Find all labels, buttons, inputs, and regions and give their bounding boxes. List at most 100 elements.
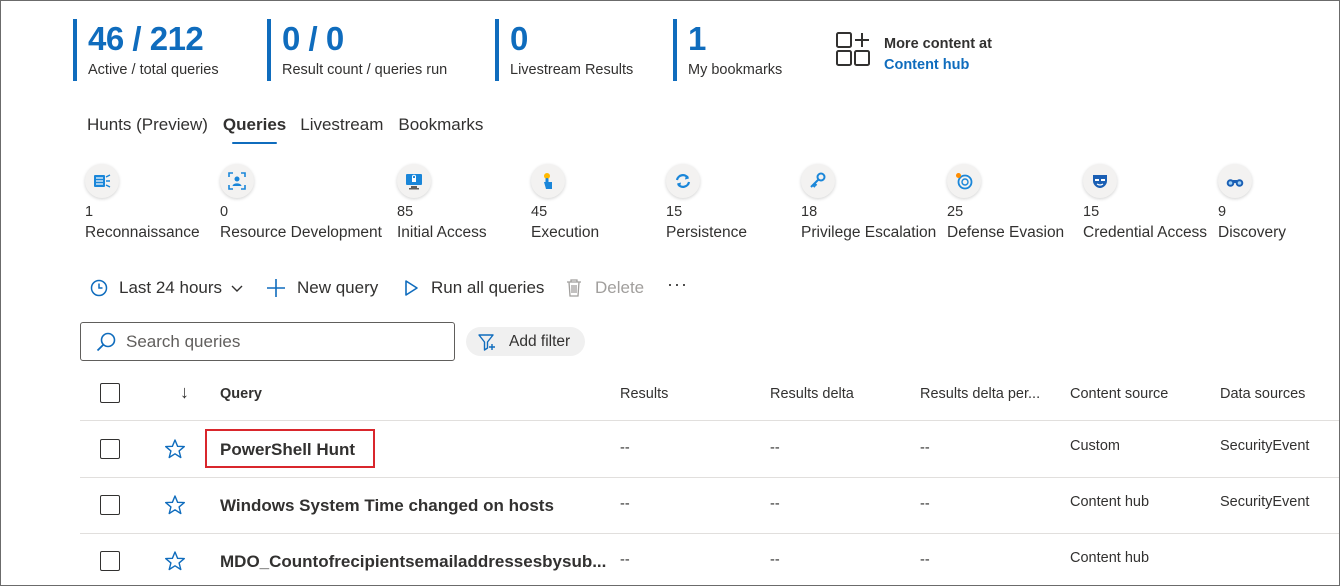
tab-bar: Hunts (Preview) Queries Livestream Bookm… [87, 114, 498, 144]
star-icon[interactable] [164, 438, 186, 460]
results-delta-cell: -- [770, 440, 780, 456]
chevron-down-icon [231, 285, 243, 292]
tactic-count: 15 [666, 204, 683, 220]
row-checkbox[interactable] [100, 495, 120, 515]
sort-arrow-icon[interactable]: ↓ [180, 383, 189, 401]
stat-value: 1 [688, 20, 706, 57]
execution-icon [531, 164, 565, 198]
tactic-name: Resource Development [220, 224, 382, 241]
content-hub-link[interactable]: Content hub [884, 55, 992, 76]
tactic-count: 25 [947, 204, 964, 220]
tactic-discovery[interactable]: 9 Discovery [1218, 164, 1286, 243]
discovery-icon [1218, 164, 1252, 198]
tactic-name: Persistence [666, 224, 747, 241]
tactic-persistence[interactable]: 15 Persistence [666, 164, 747, 243]
search-input[interactable] [126, 331, 426, 352]
results-delta-percent-cell: -- [920, 552, 930, 568]
run-all-label: Run all queries [431, 278, 545, 297]
stat-value: 46 / 212 [88, 20, 204, 57]
tactic-execution[interactable]: 45 Execution [531, 164, 599, 243]
tactic-privilege-escalation[interactable]: 18 Privilege Escalation [801, 164, 936, 243]
delete-button[interactable]: Delete [565, 275, 644, 301]
trash-icon [567, 279, 581, 297]
select-all-checkbox[interactable] [100, 383, 120, 403]
query-name[interactable]: Windows System Time changed on hosts [220, 495, 554, 517]
results-cell: -- [620, 552, 630, 568]
delete-label: Delete [595, 278, 645, 297]
tactic-count: 0 [220, 204, 229, 220]
tactic-name: Discovery [1218, 224, 1287, 241]
tactic-name: Reconnaissance [85, 224, 200, 241]
tactic-name: Execution [531, 224, 600, 241]
star-icon[interactable] [164, 494, 186, 516]
clock-icon [90, 279, 108, 297]
stat-value: 0 / 0 [282, 20, 344, 57]
column-results-delta[interactable]: Results delta [770, 385, 854, 403]
results-cell: -- [620, 440, 630, 456]
column-query[interactable]: Query [220, 385, 262, 403]
credential-access-icon [1083, 164, 1117, 198]
tactic-count: 9 [1218, 204, 1227, 220]
resource-development-icon [220, 164, 254, 198]
column-data-sources[interactable]: Data sources [1220, 385, 1305, 403]
tactic-count: 85 [397, 204, 414, 220]
tactic-name: Credential Access [1083, 224, 1208, 241]
query-name[interactable]: MDO_Countofrecipientsemailaddressesbysub… [220, 551, 606, 573]
tactic-count: 1 [85, 204, 94, 220]
data-sources-cell: SecurityEvent [1220, 438, 1310, 454]
defense-evasion-icon [947, 164, 981, 198]
add-filter-button[interactable]: Add filter [466, 327, 585, 356]
highlight-box [205, 429, 375, 468]
initial-access-icon [397, 164, 431, 198]
stat-label: Livestream Results [510, 62, 634, 78]
results-delta-cell: -- [770, 552, 780, 568]
time-range-dropdown[interactable]: Last 24 hours [89, 275, 244, 301]
new-query-button[interactable]: New query [265, 275, 378, 301]
column-content-source[interactable]: Content source [1070, 385, 1168, 403]
content-source-cell: Content hub [1070, 550, 1150, 566]
tab-hunts[interactable]: Hunts (Preview) [87, 114, 208, 136]
new-query-label: New query [297, 278, 379, 297]
tactic-reconnaissance[interactable]: 1 Reconnaissance [85, 164, 200, 243]
tactic-count: 45 [531, 204, 548, 220]
stat-livestream-results: 0 Livestream Results [495, 19, 633, 81]
tactic-initial-access[interactable]: 85 Initial Access [397, 164, 487, 243]
play-icon [405, 280, 418, 296]
tactic-credential-access[interactable]: 15 Credential Access [1083, 164, 1207, 243]
content-source-cell: Custom [1070, 438, 1120, 454]
persistence-icon [666, 164, 700, 198]
row-checkbox[interactable] [100, 551, 120, 571]
star-icon[interactable] [164, 550, 186, 572]
tab-bookmarks[interactable]: Bookmarks [398, 114, 483, 136]
row-checkbox[interactable] [100, 439, 120, 459]
tab-livestream[interactable]: Livestream [300, 114, 383, 136]
stat-active-queries: 46 / 212 Active / total queries [73, 19, 219, 81]
tactic-count: 15 [1083, 204, 1100, 220]
tactic-name: Initial Access [397, 224, 487, 241]
tab-queries[interactable]: Queries [223, 114, 286, 144]
stat-my-bookmarks: 1 My bookmarks [673, 19, 782, 81]
run-all-queries-button[interactable]: Run all queries [403, 275, 544, 301]
grid-add-icon [836, 32, 870, 66]
content-source-cell: Content hub [1070, 494, 1150, 510]
column-results[interactable]: Results [620, 385, 668, 403]
table-row[interactable]: Windows System Time changed on hosts -- … [80, 478, 1339, 534]
privilege-escalation-icon [801, 164, 835, 198]
tactic-resource-development[interactable]: 0 Resource Development [220, 164, 382, 243]
tactic-defense-evasion[interactable]: 25 Defense Evasion [947, 164, 1064, 243]
more-actions-button[interactable]: ··· [667, 271, 688, 297]
table-header: ↓ Query Results Results delta Results de… [80, 369, 1339, 421]
stat-label: Result count / queries run [282, 62, 448, 78]
tactic-name: Defense Evasion [947, 224, 1065, 241]
table-row[interactable]: MDO_Countofrecipientsemailaddressesbysub… [80, 534, 1339, 585]
stat-result-count: 0 / 0 Result count / queries run [267, 19, 447, 81]
plus-icon [267, 279, 285, 297]
results-cell: -- [620, 496, 630, 512]
filter-add-icon [478, 333, 495, 351]
column-results-delta-percent[interactable]: Results delta per... [920, 385, 1040, 403]
tactic-count: 18 [801, 204, 818, 220]
search-box[interactable] [80, 322, 455, 361]
results-delta-percent-cell: -- [920, 496, 930, 512]
stat-label: My bookmarks [688, 62, 783, 78]
content-hub-promo: More content at Content hub [884, 34, 992, 76]
